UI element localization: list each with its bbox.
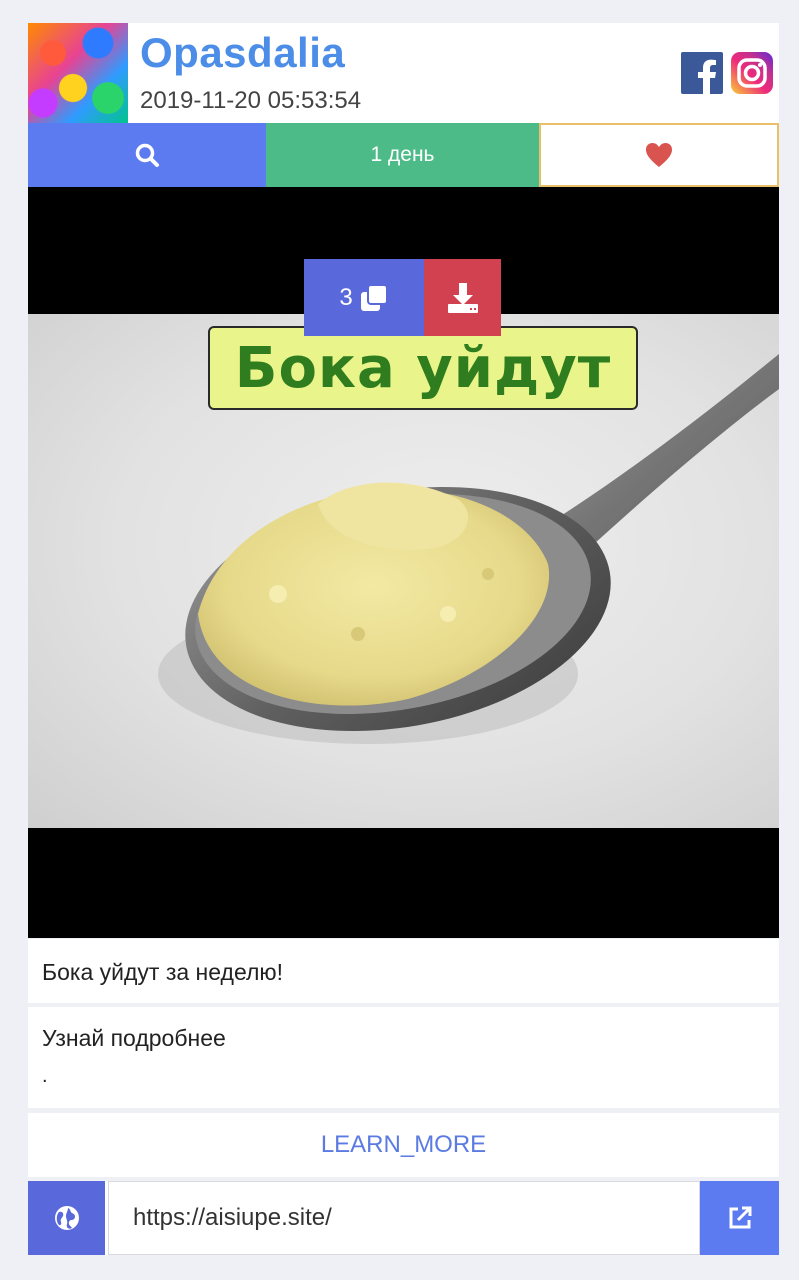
open-link-button[interactable] [700, 1181, 779, 1255]
url-text: https://aisiupe.site/ [133, 1204, 332, 1231]
ad-description: Узнай подробнее . [28, 1007, 779, 1108]
instagram-icon[interactable] [731, 52, 773, 94]
ad-image: Бока уйдут [28, 314, 779, 828]
duration-button[interactable]: 1 день [266, 123, 539, 187]
facebook-icon[interactable] [681, 52, 723, 94]
post-header: Opasdalia 2019-11-20 05:53:54 [28, 23, 779, 123]
download-icon [447, 282, 478, 313]
url-bar: https://aisiupe.site/ [28, 1181, 779, 1255]
cta-block: LEARN_MORE [28, 1113, 779, 1177]
external-link-icon [729, 1206, 751, 1229]
post-timestamp: 2019-11-20 05:53:54 [140, 87, 362, 114]
copy-icon [360, 283, 388, 311]
page-title[interactable]: Opasdalia [140, 29, 345, 77]
search-icon [135, 143, 159, 167]
like-button[interactable] [539, 123, 779, 187]
ad-media[interactable]: Бока уйдут 3 [28, 187, 779, 938]
description-extra: . [42, 1065, 48, 1087]
caption-text: Бока уйдут за неделю! [42, 959, 284, 985]
avatar[interactable] [28, 23, 128, 123]
gallery-count: 3 [339, 283, 353, 311]
gallery-count-button[interactable]: 3 [304, 259, 424, 336]
duration-label: 1 день [370, 143, 435, 166]
globe-button[interactable] [28, 1181, 105, 1255]
ad-caption: Бока уйдут за неделю! [28, 939, 779, 1003]
heart-icon [646, 143, 672, 167]
description-text: Узнай подробнее [42, 1025, 226, 1051]
action-bar: 1 день [28, 123, 779, 187]
search-button[interactable] [28, 123, 266, 187]
globe-icon [54, 1206, 79, 1230]
ad-headline: Бока уйдут [208, 326, 638, 410]
learn-more-link[interactable]: LEARN_MORE [28, 1113, 779, 1177]
download-button[interactable] [424, 259, 501, 336]
url-field[interactable]: https://aisiupe.site/ [108, 1181, 700, 1255]
